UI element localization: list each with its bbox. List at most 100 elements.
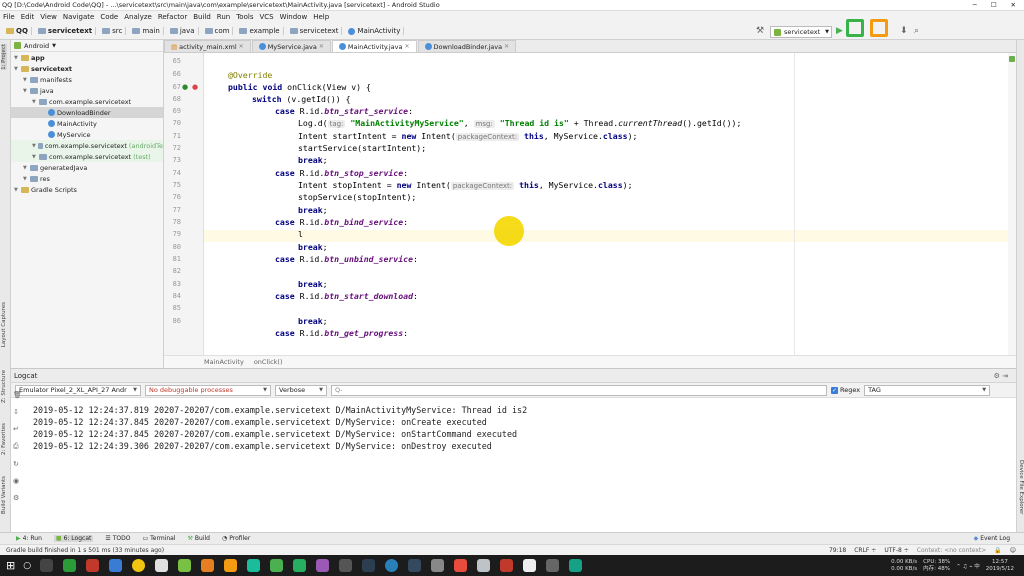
app-icon[interactable] (247, 559, 261, 572)
screenshot-icon[interactable]: ◉ (13, 477, 22, 485)
project-tree-item[interactable]: ▼ manifests (11, 74, 163, 85)
logcat-output[interactable]: 2019-05-12 12:24:37.819 20207-20207/com.… (11, 398, 1016, 452)
app-icon[interactable] (224, 559, 238, 572)
close-icon[interactable]: ✕ (504, 43, 509, 50)
context-indicator[interactable]: Context: <no context> (917, 547, 986, 554)
app-icon[interactable] (155, 559, 169, 572)
task-view-icon[interactable] (40, 559, 54, 572)
search-everywhere-icon[interactable]: ⌕ (914, 27, 923, 36)
app-icon[interactable] (523, 559, 537, 572)
scroll-end-icon[interactable]: ⇩ (13, 408, 22, 416)
tab-favorites[interactable]: 2: Favorites (1, 423, 7, 455)
soft-wrap-icon[interactable]: ↵ (13, 425, 22, 433)
breadcrumb-module[interactable]: servicetext (35, 27, 97, 35)
wechat-icon[interactable] (63, 559, 77, 572)
expand-arrow-icon[interactable]: ▼ (23, 77, 28, 83)
menu-refactor[interactable]: Refactor (158, 13, 187, 21)
tab-project[interactable]: 1: Project (1, 44, 7, 70)
run-icon[interactable]: ▶ (836, 27, 845, 36)
log-level-select[interactable]: Verbose ▼ (275, 384, 327, 396)
menu-file[interactable]: File (3, 13, 15, 21)
project-tree-item[interactable]: ▼ Gradle Scripts (11, 184, 163, 195)
tab-terminal[interactable]: ▭ Terminal (142, 535, 175, 542)
windows-start-icon[interactable]: ⊞ (6, 559, 15, 572)
tab-logcat[interactable]: ■ 6: Logcat (53, 535, 94, 542)
app-icon[interactable] (454, 559, 468, 572)
menu-run[interactable]: Run (217, 13, 230, 21)
project-tree-item[interactable]: ▼ generatedJava (11, 162, 163, 173)
menu-window[interactable]: Window (280, 13, 308, 21)
tab-profiler[interactable]: ◔ Profiler (222, 535, 250, 542)
tab-run[interactable]: ▶ 4: Run (16, 535, 42, 542)
tab-myservice-java[interactable]: MyService.java ✕ (251, 40, 331, 52)
expand-arrow-icon[interactable]: ▼ (32, 154, 37, 160)
close-icon[interactable]: ✕ (405, 43, 410, 50)
breadcrumb-method[interactable]: onClick() (254, 358, 283, 366)
event-log-button[interactable]: ◆ Event Log (974, 535, 1024, 542)
expand-arrow-icon[interactable]: ▼ (14, 55, 19, 61)
regex-checkbox[interactable]: ✓ Regex (831, 386, 860, 394)
menu-edit[interactable]: Edit (21, 13, 35, 21)
app-icon[interactable] (385, 559, 399, 572)
menu-help[interactable]: Help (313, 13, 329, 21)
breadcrumb-servicetext[interactable]: servicetext (287, 27, 343, 35)
close-button[interactable]: ✕ (1011, 1, 1016, 9)
app-icon[interactable] (109, 559, 123, 572)
error-stripe[interactable] (1008, 53, 1016, 355)
android-studio-icon[interactable] (270, 559, 284, 572)
tab-mainactivity-java[interactable]: MainActivity.java ✕ (331, 40, 417, 52)
process-select[interactable]: No debuggable processes ▼ (145, 384, 271, 396)
app-icon[interactable] (431, 559, 445, 572)
breadcrumb-java[interactable]: java (167, 27, 199, 35)
app-icon[interactable] (500, 559, 514, 572)
app-icon[interactable] (201, 559, 215, 572)
menu-vcs[interactable]: VCS (259, 13, 273, 21)
expand-arrow-icon[interactable]: ▼ (14, 66, 19, 72)
app-icon[interactable] (408, 559, 422, 572)
project-tree-item[interactable]: MainActivity (11, 118, 163, 129)
tab-activity-main-xml[interactable]: ▤ activity_main.xml ✕ (164, 40, 251, 52)
code-editor[interactable]: 65 66 67 68 69 70 71 72 73 74 75 76 77 7… (164, 53, 1016, 355)
tab-layout-captures[interactable]: Layout Captures (1, 302, 7, 347)
clear-icon[interactable]: 🗑 (13, 391, 22, 399)
app-icon[interactable] (293, 559, 307, 572)
gear-icon[interactable]: ⚙ ⇥ (994, 372, 1016, 380)
sdk-manager-icon[interactable]: ⬇ (900, 27, 909, 36)
menu-build[interactable]: Build (193, 13, 211, 21)
project-tree-item[interactable]: ▼ com.example.servicetext (androidTe (11, 140, 163, 151)
app-icon[interactable] (316, 559, 330, 572)
expand-arrow-icon[interactable]: ▼ (32, 99, 37, 105)
lock-icon[interactable]: 🔒 (994, 547, 1001, 554)
run-config-select[interactable]: servicetext ▼ (770, 26, 832, 38)
app-icon[interactable] (569, 559, 583, 572)
caret-position[interactable]: 79:18 (829, 547, 846, 554)
restart-icon[interactable]: ↻ (13, 460, 22, 468)
print-icon[interactable]: ⎙ (13, 442, 22, 451)
app-icon[interactable] (178, 559, 192, 572)
tab-build-variants[interactable]: Build Variants (1, 476, 7, 514)
clock[interactable]: 12:57 2019/5/12 (986, 559, 1014, 573)
chrome-icon[interactable] (132, 559, 146, 572)
tray-icons[interactable]: ⌃ ♫ ⌁ 中 (956, 562, 980, 570)
project-tree-item[interactable]: MyService (11, 129, 163, 140)
project-tree-item[interactable]: ▼ servicetext (11, 63, 163, 74)
expand-arrow-icon[interactable]: ▼ (14, 187, 19, 193)
settings-icon[interactable]: ⚙ (13, 494, 22, 502)
expand-arrow-icon[interactable]: ▼ (23, 176, 28, 182)
breadcrumb-mainactivity[interactable]: MainActivity (345, 27, 405, 35)
menu-tools[interactable]: Tools (236, 13, 253, 21)
maximize-button[interactable]: ☐ (991, 1, 997, 9)
breadcrumb-com[interactable]: com (202, 27, 234, 35)
breakpoint-gutter-icon[interactable]: ● (182, 83, 188, 91)
search-icon[interactable]: ○ (23, 561, 31, 571)
steam-icon[interactable] (362, 559, 376, 572)
settings-app-icon[interactable] (546, 559, 560, 572)
tag-filter-select[interactable]: TAG ▼ (864, 384, 991, 396)
minimize-button[interactable]: ─ (973, 1, 977, 9)
project-tree-item[interactable]: ▼ java (11, 85, 163, 96)
app-icon[interactable] (339, 559, 353, 572)
override-marker-icon[interactable]: ● (192, 83, 198, 91)
app-icon[interactable] (477, 559, 491, 572)
tab-structure[interactable]: Z: Structure (1, 370, 7, 403)
status-message[interactable]: Gradle build finished in 1 s 501 ms (33 … (6, 547, 164, 554)
